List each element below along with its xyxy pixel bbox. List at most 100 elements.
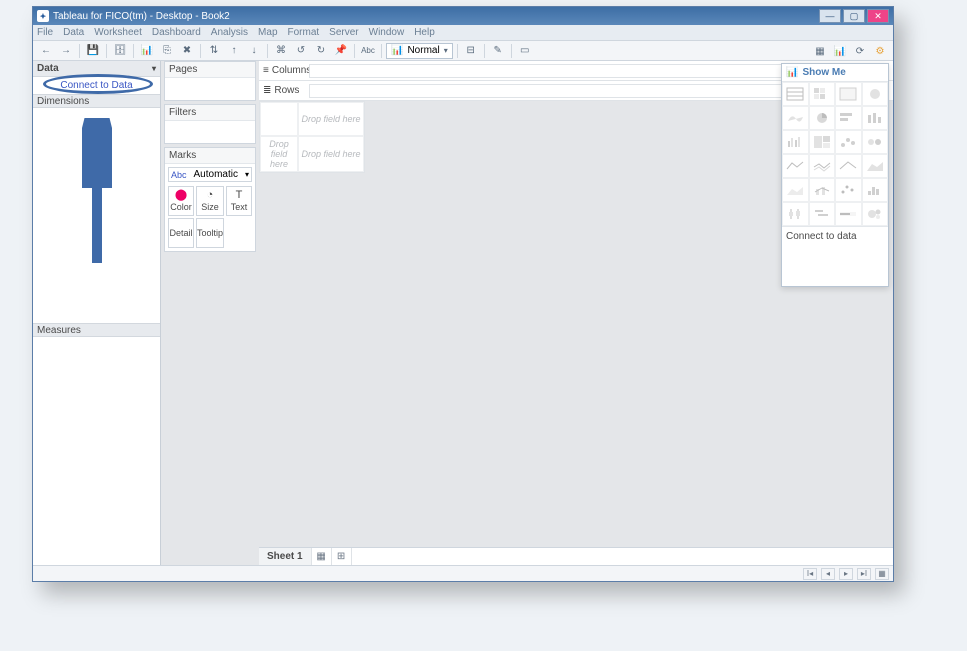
sm-text-table[interactable] xyxy=(782,82,809,106)
swap-button[interactable]: ⇅ xyxy=(205,43,223,59)
mark-color-button[interactable]: ⬤Color xyxy=(168,186,194,216)
sm-pie[interactable] xyxy=(809,106,836,130)
toolbar-right: ▦ 📊 ⟳ ⚙ xyxy=(811,41,889,61)
menu-analysis[interactable]: Analysis xyxy=(211,27,248,38)
group-button[interactable]: ⌘ xyxy=(272,43,290,59)
marks-card: Marks Abc Automatic ▾ ⬤Color ◔Size TText… xyxy=(164,147,256,252)
new-dashboard-tab[interactable]: ⊞ xyxy=(332,548,352,565)
sm-box-plot[interactable] xyxy=(782,202,809,226)
duplicate-button[interactable]: ⎘ xyxy=(158,43,176,59)
save-button[interactable]: 💾 xyxy=(84,43,102,59)
text-icon: T xyxy=(236,190,243,201)
abc-button[interactable]: Abc xyxy=(359,43,377,59)
drop-main[interactable]: Drop field here xyxy=(298,136,364,172)
connect-data-button[interactable]: 🗄 xyxy=(111,43,129,59)
cards-column: Pages Filters Marks Abc Automatic ▾ ⬤Col… xyxy=(161,61,259,565)
filters-card-body[interactable] xyxy=(165,121,255,143)
measures-area xyxy=(33,337,160,565)
fit-dropdown[interactable]: 📊 Normal xyxy=(386,43,453,59)
columns-icon: ≡ xyxy=(263,65,269,76)
sm-histogram[interactable] xyxy=(862,178,889,202)
sm-line-disc[interactable] xyxy=(809,154,836,178)
sm-heat-map[interactable] xyxy=(809,82,836,106)
mark-abc-icon: Abc xyxy=(171,170,187,180)
minimize-button[interactable]: — xyxy=(819,9,841,23)
sm-scatter[interactable] xyxy=(835,178,862,202)
columns-label: Columns xyxy=(272,65,311,76)
menu-file[interactable]: File xyxy=(37,27,53,38)
first-button[interactable]: I◂ xyxy=(803,568,817,580)
toolbar: ← → 💾 🗄 📊 ⎘ ✖ ⇅ ↑ ↓ ⌘ ↺ ↻ 📌 Abc 📊 Normal… xyxy=(33,41,893,61)
back-button[interactable]: ← xyxy=(37,43,55,59)
new-worksheet-tab[interactable]: ▦ xyxy=(312,548,332,565)
clear-button[interactable]: ✖ xyxy=(178,43,196,59)
highlight-button[interactable]: ✎ xyxy=(489,43,507,59)
drop-left[interactable]: Drop field here xyxy=(260,136,298,172)
sm-filled-map[interactable] xyxy=(782,106,809,130)
sm-treemap[interactable] xyxy=(809,130,836,154)
sheet-tabs: Sheet 1 ▦ ⊞ xyxy=(259,547,893,565)
main-area: Data ▾ Connect to Data Dimensions Measur… xyxy=(33,61,893,565)
mark-detail-button[interactable]: Detail xyxy=(168,218,194,248)
menu-window[interactable]: Window xyxy=(369,27,405,38)
next-button[interactable]: ▸ xyxy=(839,568,853,580)
mark-size-button[interactable]: ◔Size xyxy=(196,186,224,216)
sm-packed-bubbles[interactable] xyxy=(862,202,889,226)
mark-text-button[interactable]: TText xyxy=(226,186,252,216)
undo-button[interactable]: ↺ xyxy=(292,43,310,59)
show-me-icon: 📊 xyxy=(786,67,798,78)
forward-button[interactable]: → xyxy=(57,43,75,59)
sort-asc-button[interactable]: ↑ xyxy=(225,43,243,59)
menu-help[interactable]: Help xyxy=(414,27,435,38)
sort-desc-button[interactable]: ↓ xyxy=(245,43,263,59)
measures-header: Measures xyxy=(33,323,160,337)
mark-type-dropdown[interactable]: Abc Automatic ▾ xyxy=(168,167,252,182)
mark-tooltip-button[interactable]: Tooltip xyxy=(196,218,224,248)
last-button[interactable]: ▸I xyxy=(857,568,871,580)
drop-top[interactable]: Drop field here xyxy=(298,102,364,136)
pages-card-body[interactable] xyxy=(165,78,255,100)
showme-toggle-button[interactable]: 📊 xyxy=(831,43,849,59)
rows-icon: ≣ xyxy=(263,85,271,96)
sm-hbar[interactable] xyxy=(835,106,862,130)
sm-side-circle[interactable] xyxy=(862,130,889,154)
close-button[interactable]: ✕ xyxy=(867,9,889,23)
menu-worksheet[interactable]: Worksheet xyxy=(94,27,142,38)
sm-dual-line[interactable] xyxy=(835,154,862,178)
sm-area-disc[interactable] xyxy=(782,178,809,202)
titlebar: ✦ Tableau for FICO(tm) - Desktop - Book2… xyxy=(33,7,893,25)
new-ws-button[interactable]: 📊 xyxy=(138,43,156,59)
sheet-tab-1[interactable]: Sheet 1 xyxy=(259,548,312,565)
fix-axes-button[interactable]: ⊟ xyxy=(462,43,480,59)
data-pane-menu-icon[interactable]: ▾ xyxy=(152,64,156,73)
connect-to-data-link[interactable]: Connect to Data xyxy=(33,77,160,94)
menu-map[interactable]: Map xyxy=(258,27,277,38)
menu-format[interactable]: Format xyxy=(288,27,320,38)
sm-symbol-map[interactable] xyxy=(862,82,889,106)
app-window: ✦ Tableau for FICO(tm) - Desktop - Book2… xyxy=(32,6,894,582)
help-button[interactable]: ⚙ xyxy=(871,43,889,59)
cards-toggle-button[interactable]: ▦ xyxy=(811,43,829,59)
drop-corner[interactable] xyxy=(260,102,298,136)
sm-side-bar[interactable] xyxy=(782,130,809,154)
menu-dashboard[interactable]: Dashboard xyxy=(152,27,201,38)
menubar: File Data Worksheet Dashboard Analysis M… xyxy=(33,25,893,41)
redo-button[interactable]: ↻ xyxy=(312,43,330,59)
sm-gantt[interactable] xyxy=(809,202,836,226)
sm-circle-views[interactable] xyxy=(835,130,862,154)
sm-line-cont[interactable] xyxy=(782,154,809,178)
prev-button[interactable]: ◂ xyxy=(821,568,835,580)
presentation-button[interactable]: ▭ xyxy=(516,43,534,59)
show-me-header[interactable]: 📊 Show Me xyxy=(782,64,888,82)
sm-highlight-table[interactable] xyxy=(835,82,862,106)
pin-button[interactable]: 📌 xyxy=(332,43,350,59)
menu-data[interactable]: Data xyxy=(63,27,84,38)
sm-area[interactable] xyxy=(862,154,889,178)
refresh-button[interactable]: ⟳ xyxy=(851,43,869,59)
sm-dual-combo[interactable] xyxy=(809,178,836,202)
show-tabs-button[interactable]: ▦ xyxy=(875,568,889,580)
sm-stacked-bar[interactable] xyxy=(862,106,889,130)
sm-bullet[interactable] xyxy=(835,202,862,226)
maximize-button[interactable]: ▢ xyxy=(843,9,865,23)
menu-server[interactable]: Server xyxy=(329,27,358,38)
